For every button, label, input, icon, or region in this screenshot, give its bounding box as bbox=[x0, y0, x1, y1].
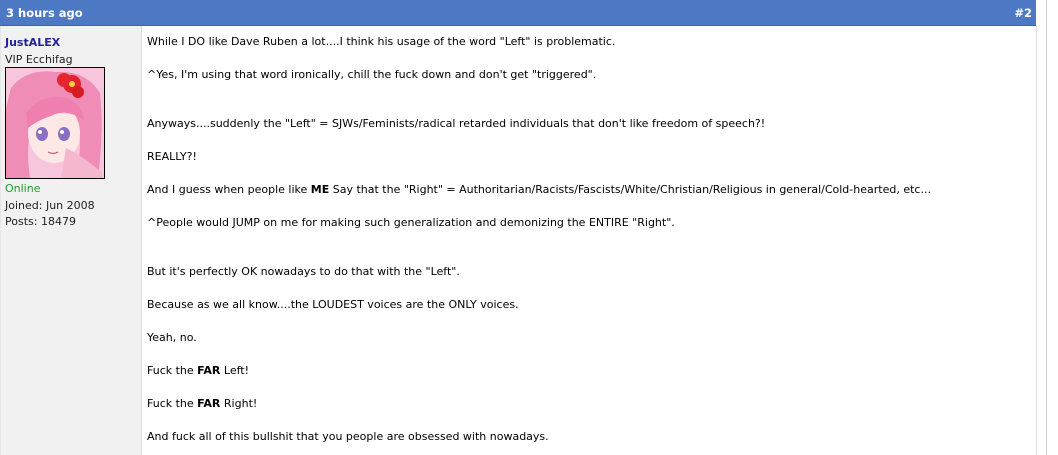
post-line: Anyways....suddenly the "Left" = SJWs/Fe… bbox=[147, 117, 766, 130]
user-title: VIP Ecchifag bbox=[5, 53, 73, 66]
text-segment: Left! bbox=[220, 364, 250, 377]
online-status: Online bbox=[5, 182, 41, 195]
text-segment: Fuck the bbox=[147, 397, 198, 410]
post-line: Fuck the FAR Left! bbox=[147, 364, 249, 377]
text-segment: And I guess when people like bbox=[147, 183, 311, 196]
bold-text: FAR bbox=[197, 397, 221, 410]
post-date: 3 hours ago bbox=[6, 6, 83, 20]
post-count: Posts: 18479 bbox=[5, 215, 76, 228]
post-line: And I guess when people like ME Say that… bbox=[147, 183, 931, 196]
bold-text: FAR bbox=[197, 364, 221, 377]
post-line: But it's perfectly OK nowadays to do tha… bbox=[147, 265, 460, 278]
post-permalink[interactable]: #2 bbox=[1014, 6, 1032, 20]
avatar[interactable] bbox=[5, 67, 105, 179]
post-line: Because as we all know....the LOUDEST vo… bbox=[147, 298, 519, 311]
text-segment: Fuck the bbox=[147, 364, 198, 377]
post-right-border bbox=[1036, 26, 1037, 455]
text-segment: Right! bbox=[220, 397, 258, 410]
text-segment: Say that the "Right" = Authoritarian/Rac… bbox=[329, 183, 931, 196]
avatar-image bbox=[6, 68, 104, 178]
bold-text: ME bbox=[310, 183, 330, 196]
post-header: 3 hours ago #2 bbox=[0, 0, 1036, 26]
join-date: Joined: Jun 2008 bbox=[5, 199, 95, 212]
post-line: ^Yes, I'm using that word ironically, ch… bbox=[147, 68, 597, 81]
page-scrollbar[interactable] bbox=[1046, 0, 1058, 455]
post-line: Yeah, no. bbox=[147, 331, 197, 344]
username-link[interactable]: JustALEX bbox=[5, 36, 60, 49]
post-line: ^People would JUMP on me for making such… bbox=[147, 216, 675, 229]
post-line: And fuck all of this bullshit that you p… bbox=[147, 430, 549, 443]
post-line: REALLY?! bbox=[147, 150, 197, 163]
user-info-panel: JustALEX VIP Ecchifag Online Joined: Jun… bbox=[0, 26, 142, 455]
post-line: Fuck the FAR Right! bbox=[147, 397, 257, 410]
post-line: While I DO like Dave Ruben a lot....I th… bbox=[147, 35, 616, 48]
